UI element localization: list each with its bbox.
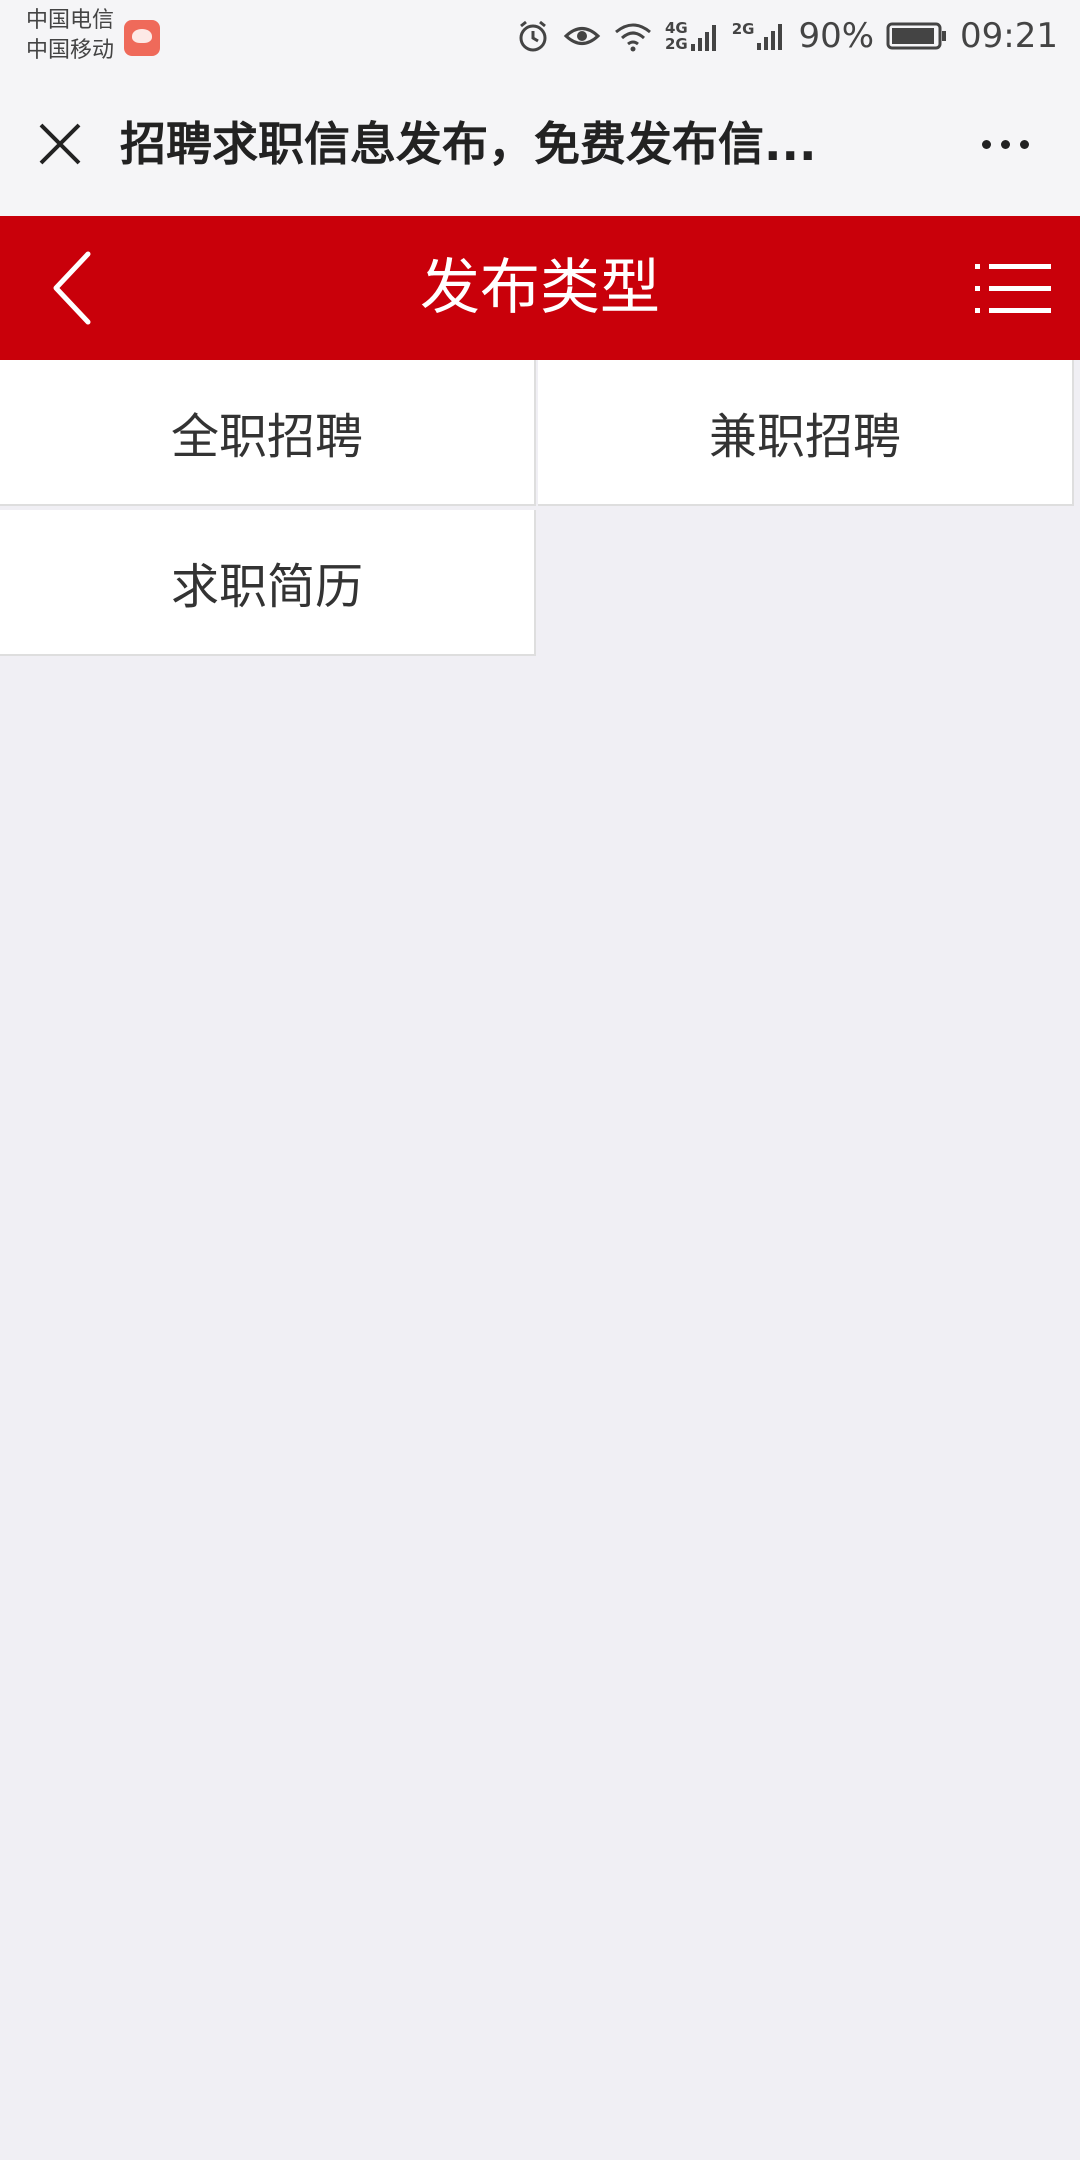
chevron-left-icon — [53, 251, 91, 325]
back-button[interactable] — [30, 246, 114, 330]
wifi-icon — [614, 23, 651, 52]
signal-1: 4G 2G — [665, 20, 720, 52]
app-notification-icon — [124, 20, 160, 56]
network-type-3: 2G — [731, 20, 755, 38]
network-type-2: 2G — [664, 35, 688, 53]
menu-button[interactable] — [968, 246, 1058, 330]
category-label: 兼职招聘 — [708, 409, 901, 465]
list-menu-icon — [975, 264, 1051, 313]
webview-title: 招聘求职信息发布，免费发布信... — [120, 117, 817, 171]
close-icon — [39, 123, 81, 165]
carrier-2: 中国移动 — [26, 38, 115, 63]
category-job-resume[interactable]: 求职简历 — [0, 510, 536, 656]
signal-2: 2G — [732, 21, 787, 51]
page-title: 发布类型 — [420, 253, 660, 323]
more-options-button[interactable] — [960, 112, 1050, 176]
carrier-1: 中国电信 — [26, 8, 115, 33]
alarm-icon — [519, 20, 547, 52]
category-fulltime-recruitment[interactable]: 全职招聘 — [0, 360, 536, 506]
category-label: 全职招聘 — [170, 409, 363, 465]
battery-percent: 90% — [798, 16, 875, 56]
signal-bars-1-icon — [690, 25, 716, 51]
network-type-1: 4G — [664, 19, 688, 37]
battery-icon — [886, 22, 947, 50]
signal-bars-2-icon — [757, 24, 783, 50]
dot-icon — [1019, 139, 1029, 149]
category-parttime-recruitment[interactable]: 兼职招聘 — [538, 360, 1074, 506]
app-header: 发布类型 — [0, 216, 1080, 360]
category-label: 求职简历 — [170, 559, 363, 615]
eye-comfort-icon — [563, 27, 601, 45]
dot-icon — [1000, 139, 1010, 149]
carrier-names: 中国电信 中国移动 — [26, 6, 114, 66]
clock: 09:21 — [960, 16, 1058, 56]
status-icons: 4G 2G 2G 90% 09:21 — [515, 14, 1058, 58]
close-button[interactable] — [28, 112, 92, 176]
webview-title-bar: 招聘求职信息发布，免费发布信... — [0, 72, 1080, 216]
status-bar: 中国电信 中国移动 4G 2G 2G 90% 09:21 — [0, 0, 1080, 72]
dot-icon — [981, 139, 991, 149]
